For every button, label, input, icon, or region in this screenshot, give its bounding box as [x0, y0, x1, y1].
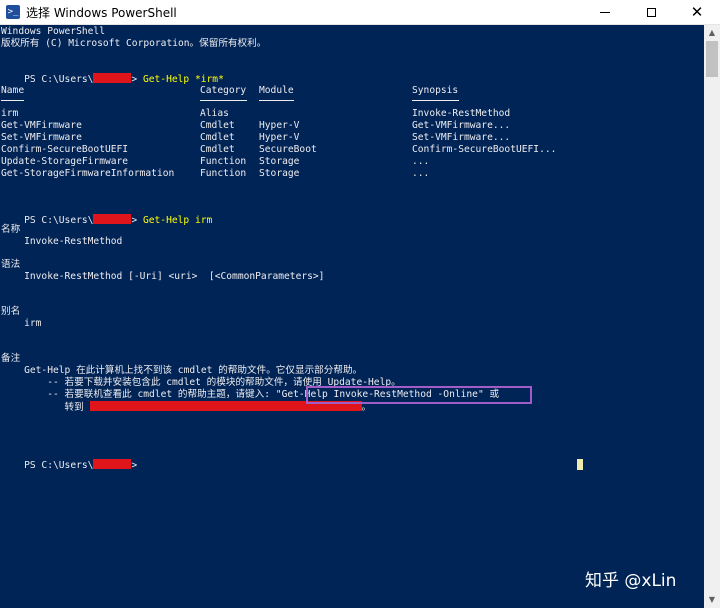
cell-name: Confirm-SecureBootUEFI	[1, 144, 129, 155]
cell-synopsis: Invoke-RestMethod	[412, 108, 511, 119]
help-alias-heading: 别名	[1, 306, 21, 317]
prompt-suffix: >	[131, 460, 138, 471]
help-remarks-heading: 备注	[1, 353, 21, 364]
cell-synopsis: ...	[412, 156, 430, 167]
cell-module: Storage	[259, 156, 300, 167]
help-syntax-heading: 语法	[1, 259, 21, 270]
help-remark-line: Get-Help 在此计算机上找不到该 cmdlet 的帮助文件。它仅显示部分帮…	[1, 365, 363, 376]
cell-category: Alias	[200, 108, 229, 119]
copyright-line: 版权所有 (C) Microsoft Corporation。保留所有权利。	[1, 38, 267, 49]
cell-category: Cmdlet	[200, 120, 235, 131]
cell-category: Function	[200, 156, 247, 167]
cell-name: Update-StorageFirmware	[1, 156, 129, 167]
help-syntax-value: Invoke-RestMethod [-Uri] <uri> [<CommonP…	[1, 271, 325, 282]
prompt-line: PS C:\Users\ >	[1, 447, 137, 471]
close-button[interactable]: ✕	[674, 0, 720, 24]
prompt-suffix: >	[131, 215, 143, 226]
goto-label: 转到	[1, 402, 90, 413]
cell-module: Storage	[259, 168, 300, 179]
prompt-line: PS C:\Users\ > Get-Help irm	[1, 202, 212, 226]
cell-synopsis: ...	[412, 168, 430, 179]
help-alias-value: irm	[1, 318, 42, 329]
header-underline	[1, 100, 24, 101]
scroll-thumb[interactable]	[706, 41, 718, 77]
cell-module: SecureBoot	[259, 144, 317, 155]
header-underline	[200, 100, 247, 101]
prompt-prefix: PS C:\Users\	[24, 215, 94, 226]
highlight-box	[306, 386, 532, 404]
text-cursor	[577, 459, 583, 470]
scroll-up-icon[interactable]: ▲	[704, 25, 720, 41]
help-name-heading: 名称	[1, 224, 21, 235]
cell-synopsis: Set-VMFirmware...	[412, 132, 511, 143]
prompt-line: PS C:\Users\ > Get-Help *irm*	[1, 61, 224, 85]
minimize-button[interactable]	[582, 0, 628, 24]
cell-module: Hyper-V	[259, 120, 300, 131]
table-header-synopsis: Synopsis	[412, 85, 459, 96]
prompt-command: Get-Help *irm*	[142, 74, 224, 85]
cell-name: Get-StorageFirmwareInformation	[1, 168, 175, 179]
window-title: 选择 Windows PowerShell	[26, 6, 177, 20]
cell-synopsis: Confirm-SecureBootUEFI...	[412, 144, 557, 155]
table-header-category: Category	[200, 85, 247, 96]
header-underline	[412, 100, 459, 101]
cell-category: Cmdlet	[200, 144, 235, 155]
table-header-module: Module	[259, 85, 294, 96]
cell-name: Set-VMFirmware	[1, 132, 82, 143]
table-header-name: Name	[1, 85, 25, 96]
cell-synopsis: Get-VMFirmware...	[412, 120, 511, 131]
maximize-icon	[646, 7, 656, 17]
redacted-username	[93, 73, 132, 83]
watermark: 知乎 @xLin	[585, 571, 677, 591]
cell-category: Cmdlet	[200, 132, 235, 143]
powershell-icon: >_	[6, 5, 20, 19]
redacted-username	[93, 459, 132, 469]
maximize-button[interactable]	[628, 0, 674, 24]
header-line: Windows PowerShell	[1, 26, 105, 37]
scroll-down-icon[interactable]: ▼	[704, 592, 720, 608]
prompt-prefix: PS C:\Users\	[24, 74, 94, 85]
header-underline	[259, 100, 294, 101]
cell-name: irm	[1, 108, 19, 119]
cell-module: Hyper-V	[259, 132, 300, 143]
close-icon: ✕	[690, 2, 704, 21]
redacted-username	[93, 214, 132, 224]
title-bar[interactable]: >_ 选择 Windows PowerShell ✕	[0, 0, 720, 25]
prompt-prefix: PS C:\Users\	[24, 460, 94, 471]
prompt-suffix: >	[131, 74, 143, 85]
minimize-icon	[600, 11, 610, 13]
cell-category: Function	[200, 168, 247, 179]
help-name-value: Invoke-RestMethod	[1, 236, 123, 247]
prompt-command: Get-Help irm	[142, 215, 213, 226]
cell-name: Get-VMFirmware	[1, 120, 82, 131]
console-output[interactable]: Windows PowerShell 版权所有 (C) Microsoft Co…	[0, 25, 704, 608]
vertical-scrollbar[interactable]: ▲ ▼	[704, 25, 720, 608]
